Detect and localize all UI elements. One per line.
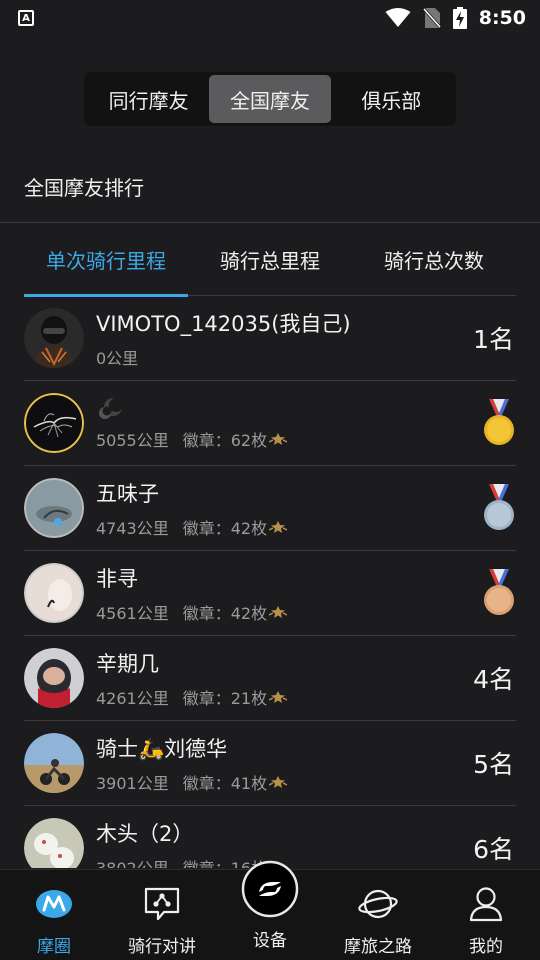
nav-item-moto-travel[interactable]: 摩旅之路: [324, 870, 432, 960]
rider-name: 木头（2）: [96, 821, 194, 846]
battery-charging-icon: [452, 7, 467, 29]
moon-emoji-icon: [99, 398, 123, 419]
nav-item-device[interactable]: 设备: [216, 860, 324, 960]
avatar[interactable]: [24, 308, 84, 368]
no-sim-icon: [422, 8, 441, 28]
tab-total-rides[interactable]: 骑行总次数: [352, 224, 516, 296]
app-notification-icon: A: [18, 10, 34, 26]
badge-icon: [269, 432, 288, 446]
segment-nearby-riders[interactable]: 同行摩友: [88, 75, 209, 123]
nav-label: 设备: [253, 931, 287, 951]
avatar[interactable]: [24, 563, 84, 623]
user-icon: [469, 884, 503, 924]
badge-count: 徽章：42枚: [182, 603, 268, 623]
avatar[interactable]: [24, 818, 84, 868]
badge-count: 徽章：41枚: [182, 773, 268, 793]
list-item[interactable]: 骑士🛵刘德华 3901公里 徽章：41枚 5名: [24, 721, 516, 806]
wifi-icon: [385, 8, 411, 27]
list-item[interactable]: 5055公里 徽章：62枚: [24, 381, 516, 466]
rider-name: [96, 395, 482, 420]
rank-label: 5名: [473, 750, 514, 779]
avatar[interactable]: [24, 733, 84, 793]
list-item[interactable]: 辛期几 4261公里 徽章：21枚 4名: [24, 636, 516, 721]
list-item[interactable]: 木头（2） 3802公里 徽章：16枚 6名: [24, 806, 516, 868]
intercom-icon: [142, 884, 182, 924]
bronze-medal-icon: [484, 569, 514, 615]
ranking-tabs: 单次骑行里程 骑行总里程 骑行总次数: [24, 224, 516, 297]
list-item[interactable]: 非寻 4561公里 徽章：42枚: [24, 551, 516, 636]
nav-label: 摩旅之路: [344, 937, 412, 957]
badge-count: 徽章：62枚: [182, 431, 268, 450]
rider-name: 辛期几: [96, 651, 159, 676]
segment-national-riders[interactable]: 全国摩友: [209, 75, 331, 123]
device-icon: [241, 860, 299, 918]
ride-distance: 0公里: [96, 348, 139, 368]
rank-label: 6名: [473, 835, 514, 864]
rider-name: VIMOTO_142035(我自己): [96, 311, 351, 336]
nav-item-moquan[interactable]: 摩圈: [0, 870, 108, 960]
badge-icon: [269, 690, 288, 704]
nav-item-intercom[interactable]: 骑行对讲: [108, 870, 216, 960]
badge-icon: [269, 775, 288, 789]
bottom-nav: 摩圈 骑行对讲 设备 摩旅之路 我的: [0, 860, 540, 960]
moquan-icon: [35, 884, 73, 924]
nav-item-profile[interactable]: 我的: [432, 870, 540, 960]
section-title: 全国摩友排行: [24, 176, 144, 200]
rider-name: 五味子: [96, 481, 159, 506]
avatar[interactable]: [24, 393, 84, 453]
avatar[interactable]: [24, 478, 84, 538]
badge-count: 徽章：21枚: [182, 688, 268, 708]
tab-single-ride-distance[interactable]: 单次骑行里程: [24, 224, 188, 297]
nav-label: 我的: [469, 937, 503, 957]
planet-icon: [358, 884, 398, 924]
rank-label: 1名: [473, 325, 514, 354]
badge-icon: [269, 520, 288, 534]
list-item[interactable]: VIMOTO_142035(我自己) 0公里 1名: [24, 296, 516, 381]
rider-name: 非寻: [96, 566, 138, 591]
tab-total-distance[interactable]: 骑行总里程: [188, 224, 352, 296]
segmented-control: 同行摩友 全国摩友 俱乐部: [84, 72, 456, 126]
rider-name: 骑士🛵刘德华: [96, 736, 228, 761]
ride-distance: 5055公里: [96, 431, 169, 450]
ride-distance: 4261公里: [96, 688, 169, 708]
rank-label: 4名: [473, 665, 514, 694]
ride-distance: 3802公里: [96, 858, 169, 869]
segment-clubs[interactable]: 俱乐部: [331, 75, 452, 123]
avatar[interactable]: [24, 648, 84, 708]
list-item[interactable]: 五味子 4743公里 徽章：42枚: [24, 466, 516, 551]
ride-distance: 4561公里: [96, 603, 169, 623]
ranking-list: VIMOTO_142035(我自己) 0公里 1名 5055公里 徽章：62枚 …: [24, 296, 516, 868]
nav-label: 摩圈: [37, 937, 71, 957]
ride-distance: 3901公里: [96, 773, 169, 793]
badge-icon: [269, 605, 288, 619]
status-bar: A 8:50: [0, 0, 540, 36]
gold-medal-icon: [484, 399, 514, 445]
nav-label: 骑行对讲: [128, 937, 196, 957]
ride-distance: 4743公里: [96, 518, 169, 538]
status-time: 8:50: [478, 7, 526, 29]
badge-count: 徽章：42枚: [182, 518, 268, 538]
silver-medal-icon: [484, 484, 514, 530]
